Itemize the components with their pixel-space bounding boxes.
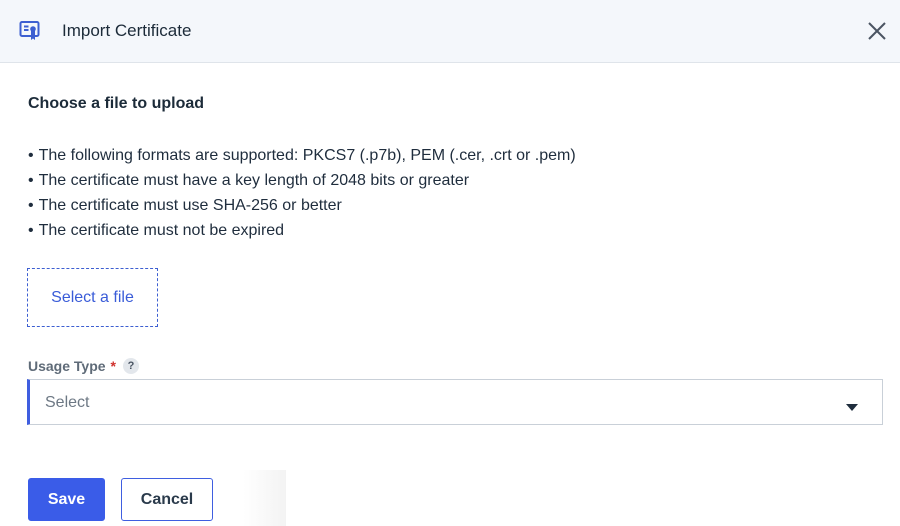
dialog-header: Import Certificate <box>0 0 900 63</box>
certificate-icon <box>19 20 41 42</box>
requirement-formats: The following formats are supported: PKC… <box>28 143 576 168</box>
caret-down-icon <box>846 399 858 411</box>
requirement-key-length: The certificate must have a key length o… <box>28 168 576 193</box>
requirement-not-expired: The certificate must not be expired <box>28 218 576 243</box>
select-file-button[interactable]: Select a file <box>27 268 158 327</box>
usage-type-placeholder: Select <box>45 394 90 411</box>
close-icon[interactable] <box>864 18 890 44</box>
usage-type-label-text: Usage Type <box>28 358 106 374</box>
help-icon[interactable]: ? <box>123 358 139 374</box>
usage-type-select[interactable]: Select <box>27 379 883 425</box>
required-marker: * <box>110 358 116 374</box>
cancel-button[interactable]: Cancel <box>121 478 213 521</box>
dialog-title: Import Certificate <box>62 21 192 40</box>
requirement-sha256: The certificate must use SHA-256 or bett… <box>28 193 576 218</box>
upload-heading: Choose a file to upload <box>28 95 205 112</box>
usage-type-label: Usage Type * ? <box>28 357 139 375</box>
save-button[interactable]: Save <box>28 478 105 521</box>
requirements-list: The following formats are supported: PKC… <box>28 143 576 243</box>
